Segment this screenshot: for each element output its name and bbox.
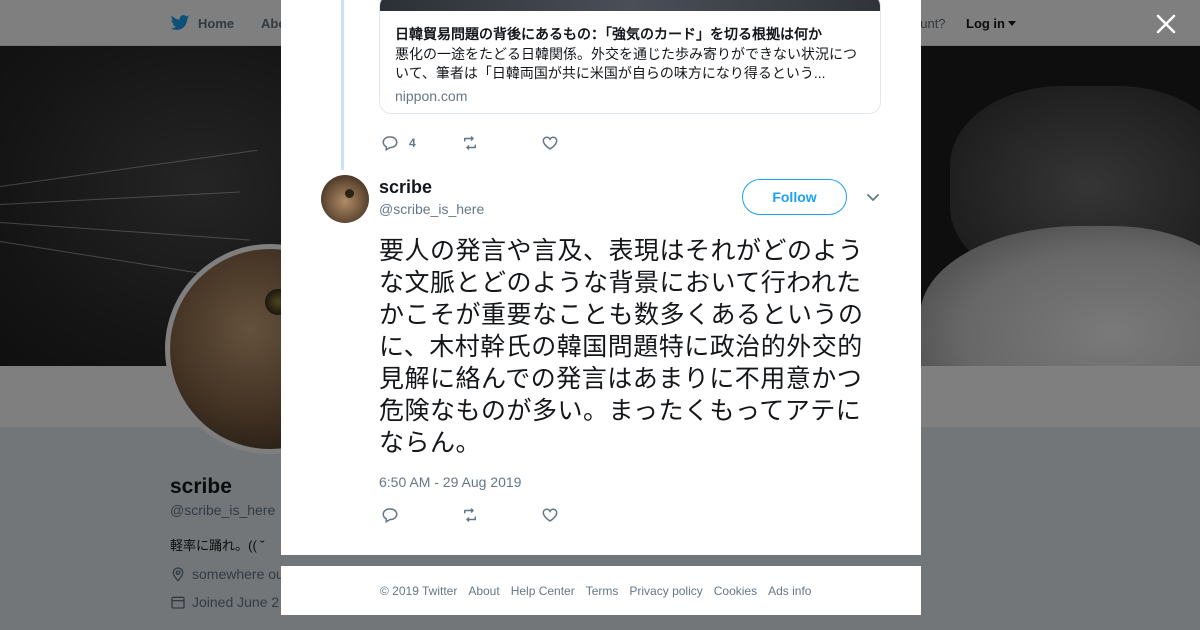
more-options-button[interactable] [865,189,881,205]
thread-connector-line [341,0,344,170]
footer-link-terms[interactable]: Terms [586,584,619,598]
chevron-down-icon [867,194,879,201]
like-icon [542,136,558,150]
reply-count: 4 [409,136,416,150]
footer-copyright: © 2019 Twitter [380,583,458,598]
retweet-icon [464,508,476,522]
footer-link-about[interactable]: About [468,584,499,598]
footer-link-privacy[interactable]: Privacy policy [629,584,702,598]
author-name[interactable]: scribe [379,177,432,198]
avatar-eye [345,189,354,198]
retweet-icon [464,136,476,150]
footer-link-ads-info[interactable]: Ads info [768,584,811,598]
reply-icon [382,136,398,152]
like-icon [542,508,558,522]
tweet-timestamp[interactable]: 6:50 AM - 29 Aug 2019 [379,474,521,490]
close-button[interactable] [1154,12,1178,36]
retweet-button[interactable] [461,134,541,152]
parent-tweet-actions: 4 [381,134,559,152]
card-thumbnail [380,0,880,11]
reply-button[interactable]: 4 [381,134,461,152]
author-avatar[interactable] [321,175,369,223]
author-handle[interactable]: @scribe_is_here [379,201,484,217]
tweet-modal: 日韓貿易問題の背後にあるもの：「強気のカード」を切る根拠は何か 悪化の一途をたど… [281,0,921,555]
link-preview-card[interactable]: 日韓貿易問題の背後にあるもの：「強気のカード」を切る根拠は何か 悪化の一途をたど… [379,0,881,114]
modal-footer: © 2019 Twitter About Help Center Terms P… [281,566,921,615]
reply-icon [382,508,398,524]
reply-button[interactable] [381,506,461,524]
card-domain: nippon.com [395,88,468,104]
follow-button[interactable]: Follow [742,179,847,215]
card-title: 日韓貿易問題の背後にあるもの：「強気のカード」を切る根拠は何か [395,26,822,42]
card-description: 悪化の一途をたどる日韓関係。外交を通じた歩み寄りができない状況について、筆者は「… [395,46,857,81]
footer-link-help-center[interactable]: Help Center [511,584,575,598]
close-icon [1156,14,1176,34]
footer-link-cookies[interactable]: Cookies [714,584,757,598]
retweet-button[interactable] [461,506,541,524]
tweet-text: 要人の発言や言及、表現はそれがどのような文脈とどのような背景において行われたかこ… [379,236,864,457]
like-button[interactable] [541,134,559,152]
like-button[interactable] [541,506,559,524]
tweet-actions [381,506,559,524]
